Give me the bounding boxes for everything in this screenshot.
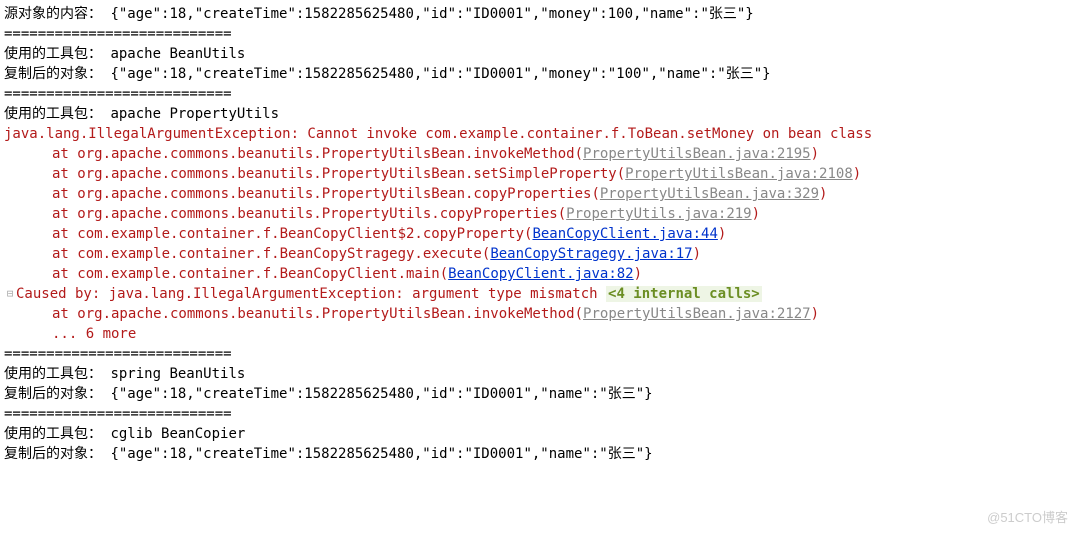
stack-call: at org.apache.commons.beanutils.Property… [52, 306, 575, 322]
stack-call: at org.apache.commons.beanutils.Property… [52, 166, 617, 182]
tool-name: apache PropertyUtils [110, 106, 279, 122]
stack-frame: at com.example.container.f.BeanCopyStrag… [4, 244, 1076, 264]
output-line: 使用的工具包： cglib BeanCopier [4, 424, 1076, 444]
caused-by-text: Caused by: java.lang.IllegalArgumentExce… [16, 286, 606, 302]
paren: ) [819, 186, 827, 202]
paren: ( [575, 306, 583, 322]
stack-call: at com.example.container.f.BeanCopyClien… [52, 266, 440, 282]
stack-call: at com.example.container.f.BeanCopyClien… [52, 226, 524, 242]
source-link[interactable]: BeanCopyStragegy.java:17 [490, 246, 692, 262]
stack-frame: at org.apache.commons.beanutils.Property… [4, 144, 1076, 164]
json-output: {"age":18,"createTime":1582285625480,"id… [110, 6, 753, 22]
paren: ) [693, 246, 701, 262]
output-line: 源对象的内容： {"age":18,"createTime":158228562… [4, 4, 1076, 24]
separator-line: =========================== [4, 344, 1076, 364]
stack-call: at org.apache.commons.beanutils.Property… [52, 146, 575, 162]
stack-frame: at org.apache.commons.beanutils.Property… [4, 184, 1076, 204]
source-link[interactable]: BeanCopyClient.java:44 [532, 226, 717, 242]
stack-frame: at com.example.container.f.BeanCopyClien… [4, 224, 1076, 244]
stack-frame: at org.apache.commons.beanutils.Property… [4, 304, 1076, 324]
stack-frame: at org.apache.commons.beanutils.Property… [4, 164, 1076, 184]
label-text: 复制后的对象： [4, 66, 102, 82]
label-text: 复制后的对象： [4, 446, 102, 462]
collapse-icon[interactable]: ⊟ [4, 284, 16, 304]
output-line: 使用的工具包： apache BeanUtils [4, 44, 1076, 64]
paren: ( [440, 266, 448, 282]
label-text: 复制后的对象： [4, 386, 102, 402]
output-line: 使用的工具包： spring BeanUtils [4, 364, 1076, 384]
tool-name: apache BeanUtils [110, 46, 245, 62]
source-link[interactable]: PropertyUtilsBean.java:2108 [625, 166, 853, 182]
source-link[interactable]: PropertyUtilsBean.java:2127 [583, 306, 811, 322]
paren: ) [752, 206, 760, 222]
stack-call: at org.apache.commons.beanutils.Property… [52, 186, 591, 202]
json-output: {"age":18,"createTime":1582285625480,"id… [110, 446, 652, 462]
output-line: 使用的工具包： apache PropertyUtils [4, 104, 1076, 124]
stack-frame: at com.example.container.f.BeanCopyClien… [4, 264, 1076, 284]
source-link[interactable]: BeanCopyClient.java:82 [448, 266, 633, 282]
source-link[interactable]: PropertyUtils.java:219 [566, 206, 751, 222]
label-text: 使用的工具包： [4, 106, 102, 122]
paren: ) [718, 226, 726, 242]
tool-name: cglib BeanCopier [110, 426, 245, 442]
paren: ) [811, 146, 819, 162]
separator-line: =========================== [4, 24, 1076, 44]
paren: ) [811, 306, 819, 322]
label-text: 使用的工具包： [4, 426, 102, 442]
paren: ( [617, 166, 625, 182]
paren: ( [558, 206, 566, 222]
paren: ) [634, 266, 642, 282]
stack-call: at org.apache.commons.beanutils.Property… [52, 206, 558, 222]
separator-line: =========================== [4, 404, 1076, 424]
label-text: 使用的工具包： [4, 366, 102, 382]
json-output: {"age":18,"createTime":1582285625480,"id… [110, 66, 770, 82]
separator-line: =========================== [4, 84, 1076, 104]
paren: ( [591, 186, 599, 202]
tool-name: spring BeanUtils [110, 366, 245, 382]
internal-calls-badge[interactable]: <4 internal calls> [606, 286, 762, 302]
more-frames: ... 6 more [4, 324, 1076, 344]
json-output: {"age":18,"createTime":1582285625480,"id… [110, 386, 652, 402]
output-line: 复制后的对象： {"age":18,"createTime":158228562… [4, 64, 1076, 84]
label-text: 使用的工具包： [4, 46, 102, 62]
source-link[interactable]: PropertyUtilsBean.java:329 [600, 186, 819, 202]
stack-call: at com.example.container.f.BeanCopyStrag… [52, 246, 482, 262]
stack-frame: at org.apache.commons.beanutils.Property… [4, 204, 1076, 224]
paren: ) [853, 166, 861, 182]
source-link[interactable]: PropertyUtilsBean.java:2195 [583, 146, 811, 162]
caused-by-line: ⊟Caused by: java.lang.IllegalArgumentExc… [4, 284, 1076, 304]
output-line: 复制后的对象： {"age":18,"createTime":158228562… [4, 444, 1076, 464]
output-line: 复制后的对象： {"age":18,"createTime":158228562… [4, 384, 1076, 404]
paren: ( [575, 146, 583, 162]
exception-message: java.lang.IllegalArgumentException: Cann… [4, 124, 1076, 144]
console-output: 源对象的内容： {"age":18,"createTime":158228562… [4, 4, 1076, 464]
label-text: 源对象的内容： [4, 6, 102, 22]
watermark-text: @51CTO博客 [987, 508, 1068, 528]
